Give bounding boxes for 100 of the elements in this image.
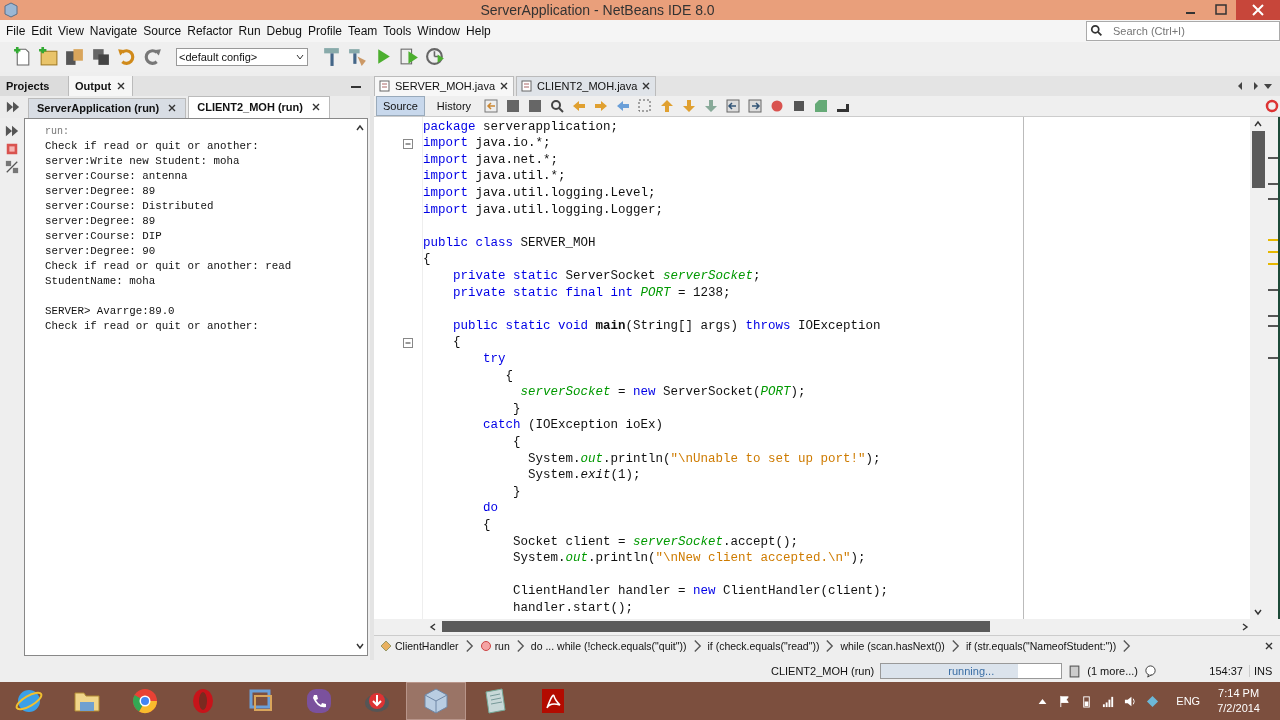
menu-item[interactable]: Profile [305,23,345,38]
process-label: CLIENT2_MOH (run) [770,665,875,678]
menu-item[interactable]: Window [414,23,464,38]
scrollbar-thumb[interactable] [1251,130,1265,188]
code-line: import java.net.*; [423,152,559,167]
close-icon[interactable] [311,102,321,113]
debug-icon[interactable] [399,46,420,68]
code-line: import java.io.*; [423,136,551,151]
fold-icon[interactable] [403,138,413,149]
view-tab[interactable]: Source [376,95,425,116]
code-line: do [482,501,498,516]
menu-item[interactable]: Help [463,23,494,38]
config-dropdown[interactable]: <default config> [176,47,308,66]
breadcrumb[interactable]: ClientHandler [380,639,459,652]
insert-mode: INS [1249,665,1278,678]
code-line: public class SERVER_MOH [423,235,596,250]
code-line: package serverapplication; [423,119,619,134]
square-icon[interactable] [527,97,544,114]
profile-icon[interactable] [425,46,446,68]
scrollbar-thumb[interactable] [442,621,990,633]
console-line: server:Course: antenna [45,169,188,182]
process-tab[interactable]: CLIENT2_MOH (run) [188,95,330,118]
breadcrumb[interactable]: if (check.equals("read")) [707,639,820,652]
menu-item[interactable]: View [55,23,87,38]
scroll-up-icon[interactable] [355,122,365,133]
chevron-icon [515,638,525,653]
stack-icon[interactable] [90,46,111,68]
code-line: { [482,517,491,532]
notification-icon[interactable] [1144,664,1157,678]
file-icon [521,80,534,93]
folder-icon[interactable] [64,46,85,68]
breadcrumb[interactable]: while (scan.hasNext()) [840,639,945,652]
shift-right-icon[interactable] [747,97,764,114]
console-line: run: [45,125,69,137]
view-tab[interactable]: History [430,96,478,115]
code-line: { [423,252,431,267]
stop-icon[interactable] [5,141,19,156]
taskbar-button[interactable] [406,682,466,720]
console-line: server:Degree: 90 [45,244,156,257]
search-icon[interactable] [549,97,566,114]
signal-icon[interactable] [1102,694,1116,708]
console-line: server:Degree: 89 [45,214,156,227]
code-line: serverSocket = new ServerSocket(PORT); [519,385,806,400]
fold-icon[interactable] [403,337,413,348]
panel-tab[interactable]: Output [69,75,134,96]
menu-item[interactable]: Navigate [86,23,141,38]
panel-tab[interactable]: Projects [0,75,69,96]
code-line: catch (IOException ioEx) [482,418,664,433]
clock[interactable]: 7:14 PM 7/2/2014 [1217,686,1260,717]
console-line: server:Course: Distributed [45,199,214,212]
menu-item[interactable]: Team [345,23,381,38]
menu-item[interactable]: Refactor [184,23,236,38]
editor-tab[interactable]: SERVER_MOH.java [374,75,515,96]
menu-item[interactable]: Debug [263,23,305,38]
close-icon[interactable] [167,103,178,114]
language-indicator[interactable]: ENG [1176,695,1201,708]
network-icon[interactable] [1146,694,1160,708]
menu-item[interactable]: Edit [28,23,56,38]
breadcrumb[interactable]: do ... while (!check.equals("quit")) [530,639,687,652]
process-tab[interactable]: ServerApplication (run) [28,97,187,118]
breadcrumb[interactable]: run [479,639,510,652]
chevron-icon [825,638,835,653]
breadcrumb[interactable]: if (str.equals("NameofStudent:")) [965,639,1117,652]
broom-icon[interactable] [347,46,368,68]
console-line: StudentName: moha [45,274,156,287]
square-icon[interactable] [505,97,522,114]
scroll-up-icon[interactable] [1253,118,1263,129]
code-line: } [512,484,521,499]
back-icon[interactable] [483,97,500,114]
scroll-left-icon[interactable] [428,621,438,632]
diamond-icon [380,639,392,652]
close-icon[interactable] [641,81,652,92]
fast-forward-icon[interactable] [5,123,19,138]
hammer-icon[interactable] [321,46,342,68]
code-line: private static final int PORT = 1238; [452,285,731,300]
settings-icon[interactable] [5,159,19,174]
menu-item[interactable]: Run [235,23,264,38]
code-line: { [452,335,461,350]
scroll-right-icon[interactable] [1240,621,1250,632]
document-icon [1068,664,1082,678]
flag-icon[interactable] [1058,694,1072,708]
console-line: Check if read or quit or another: read [45,259,292,272]
fast-forward-icon[interactable] [6,99,20,114]
more-link[interactable]: (1 more...) [1087,665,1138,678]
redo-icon[interactable] [142,46,163,68]
close-icon[interactable] [499,81,510,92]
search-field[interactable]: Search (Ctrl+I) [1086,20,1280,41]
chevron-icon [950,638,960,653]
code-line: } [512,401,521,416]
close-icon[interactable] [1264,640,1274,651]
close-icon[interactable] [116,80,127,91]
menu-item[interactable]: File [3,23,29,38]
app-icon [3,2,19,18]
menu-item[interactable]: Tools [380,23,415,38]
new-project-icon[interactable] [38,46,59,68]
menu-item[interactable]: Source [140,23,185,38]
shift-left-icon[interactable] [725,97,742,114]
code-line: import java.util.*; [423,169,566,184]
code-line: handler.start(); [512,600,634,615]
editor-tab[interactable]: CLIENT2_MOH.java [516,75,657,96]
